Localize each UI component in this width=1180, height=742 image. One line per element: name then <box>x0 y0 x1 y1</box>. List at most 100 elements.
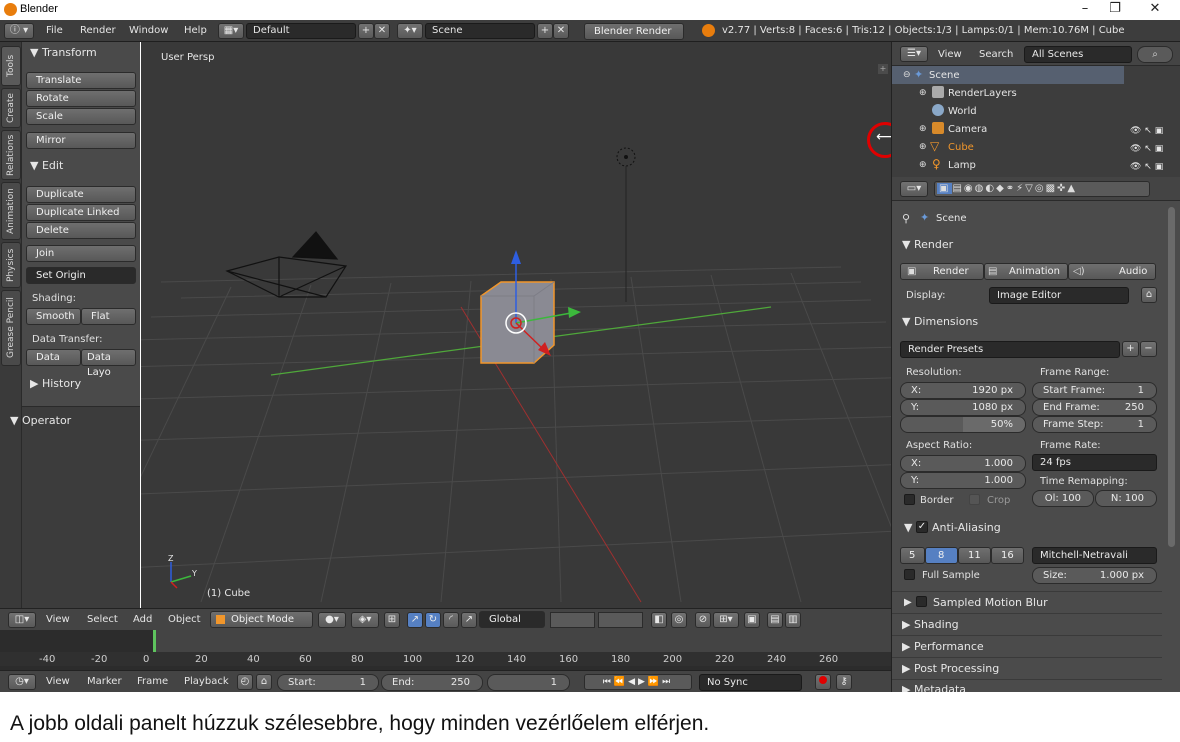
outliner-menu-search[interactable]: Search <box>979 49 1013 60</box>
3d-viewport[interactable]: User Persp Z Y (1) Cube + ⟷ <box>141 42 891 608</box>
scene-field[interactable]: Scene <box>425 23 535 39</box>
end-frame-field[interactable]: End: 250 <box>381 674 483 691</box>
tab-create[interactable]: Create <box>1 88 21 128</box>
aa-filter-select[interactable]: Mitchell-Netravali <box>1032 547 1157 564</box>
motion-blur-panel-header[interactable]: Sampled Motion Blur <box>933 596 1048 609</box>
edit-panel-header[interactable]: ▼ Edit <box>30 159 63 172</box>
rotate-manipulator-icon[interactable]: ↻ <box>425 612 441 628</box>
tab-tools[interactable]: Tools <box>1 46 21 86</box>
motion-blur-toggle-icon[interactable]: ▶ <box>904 597 912 608</box>
start-frame-field[interactable]: Start: 1 <box>277 674 379 691</box>
editor-type-3d-icon[interactable]: ◫▾ <box>8 612 36 628</box>
lamp-object[interactable] <box>616 147 636 302</box>
operator-panel-header[interactable]: ▼ Operator <box>10 414 71 427</box>
tab-relations[interactable]: Relations <box>1 130 21 180</box>
frame-step-prop[interactable]: Frame Step: 1 <box>1032 416 1157 433</box>
outliner-menu-view[interactable]: View <box>938 49 962 60</box>
scale-button[interactable]: Scale <box>26 108 136 125</box>
dimensions-panel-header[interactable]: ▼ Dimensions <box>902 315 978 328</box>
frame-rate-select[interactable]: 24 fps <box>1032 454 1157 471</box>
aa-samples-11[interactable]: 11 <box>958 547 991 564</box>
opengl-render-image-icon[interactable]: ▤ <box>767 612 783 628</box>
add-scene-icon[interactable]: + <box>537 23 553 39</box>
remove-scene-icon[interactable]: ✕ <box>553 23 569 39</box>
mode-select[interactable]: Object Mode <box>210 611 313 628</box>
context-tabs[interactable]: ▣ ▤◉◍◐◆⚭⚡▽◎▩✜▲ <box>934 181 1150 197</box>
tab-grease-pencil[interactable]: Grease Pencil <box>1 290 21 366</box>
render-panel-header[interactable]: ▼ Render <box>902 238 953 251</box>
set-origin-select[interactable]: Set Origin <box>26 267 136 284</box>
manipulator-toggle-icon[interactable]: ⊞ <box>384 612 400 628</box>
rotate-button[interactable]: Rotate <box>26 90 136 107</box>
camera-expand-icon[interactable]: ⊕ <box>919 124 927 134</box>
remove-preset-icon[interactable]: − <box>1140 341 1157 357</box>
add-layout-icon[interactable]: + <box>358 23 374 39</box>
join-button[interactable]: Join <box>26 245 136 262</box>
delete-button[interactable]: Delete <box>26 222 136 239</box>
start-frame-prop[interactable]: Start Frame: 1 <box>1032 382 1157 399</box>
anti-aliasing-checkbox[interactable]: ✓ <box>916 521 928 533</box>
translate-manipulator-icon[interactable]: ↗ <box>407 612 423 628</box>
scale-manipulator-icon[interactable]: ◜ <box>443 612 459 628</box>
outliner-search-icon[interactable]: ⌕ <box>1137 46 1173 63</box>
full-sample-checkbox[interactable] <box>904 569 915 580</box>
restore-button[interactable]: ❐ <box>1100 1 1130 19</box>
minimize-button[interactable]: – <box>1070 1 1100 19</box>
scene-expand-icon[interactable]: ⊖ <box>903 70 911 80</box>
editor-type-timeline-icon[interactable]: ◷▾ <box>8 674 36 690</box>
render-presets-select[interactable]: Render Presets <box>900 341 1120 358</box>
aa-samples-5[interactable]: 5 <box>900 547 925 564</box>
performance-panel-header[interactable]: ▶ Performance <box>902 640 984 653</box>
translate-button[interactable]: Translate <box>26 72 136 89</box>
editor-type-info-icon[interactable]: ⓘ ▾ <box>4 23 34 39</box>
remove-layout-icon[interactable]: ✕ <box>374 23 390 39</box>
menu-render[interactable]: Render <box>80 25 116 36</box>
mirror-button[interactable]: Mirror <box>26 132 136 149</box>
history-panel-header[interactable]: ▶ History <box>30 377 81 390</box>
tab-animation[interactable]: Animation <box>1 182 21 240</box>
menu-window[interactable]: Window <box>129 25 168 36</box>
outliner-scene[interactable]: Scene <box>929 70 960 81</box>
resolution-y-field[interactable]: Y: 1080 px <box>900 399 1026 416</box>
snap-element-icon[interactable]: ⊞▾ <box>713 612 739 628</box>
timeline-menu-view[interactable]: View <box>46 676 70 687</box>
expand-properties-icon[interactable]: + <box>878 64 888 74</box>
flat-button[interactable]: Flat <box>81 308 136 325</box>
record-icon[interactable] <box>815 674 831 690</box>
shading-panel-header[interactable]: ▶ Shading <box>902 618 959 631</box>
resolution-percentage-field[interactable]: 50% <box>900 416 1026 433</box>
aa-samples-16[interactable]: 16 <box>991 547 1024 564</box>
aa-samples-8[interactable]: 8 <box>925 547 958 564</box>
opengl-render-anim-icon[interactable]: ▥ <box>785 612 801 628</box>
layout-icon[interactable]: ▦▾ <box>218 23 244 39</box>
preview-range-icon[interactable]: ◴ <box>237 674 253 690</box>
opengl-render-icon[interactable]: ▣ <box>744 612 760 628</box>
anti-aliasing-panel-header[interactable]: Anti-Aliasing <box>932 521 1001 534</box>
timeline-menu-playback[interactable]: Playback <box>184 676 229 687</box>
visibility-toggles[interactable]: 👁 ↖ ▣ 👁 ↖ ▣ 👁 ↖ ▣ <box>1130 122 1163 176</box>
motion-blur-checkbox[interactable] <box>916 596 927 607</box>
keying-set-icon[interactable]: ⚷ <box>836 674 852 690</box>
renderlayers-expand-icon[interactable]: ⊕ <box>919 88 927 98</box>
outliner-filter-select[interactable]: All Scenes <box>1024 46 1132 63</box>
time-remap-new-field[interactable]: N: 100 <box>1095 490 1157 507</box>
camera-object[interactable] <box>225 231 348 298</box>
proportional-edit-icon[interactable]: ◎ <box>671 612 687 628</box>
data-button[interactable]: Data <box>26 349 81 366</box>
timeline-area[interactable]: -40 -20 0 20 40 60 80 100 120 140 160 180 200 220 240 2… <box>0 630 891 670</box>
current-frame-field[interactable]: 1 <box>487 674 570 691</box>
end-frame-prop[interactable]: End Frame: 250 <box>1032 399 1157 416</box>
aspect-x-field[interactable]: X: 1.000 <box>900 455 1026 472</box>
viewport-shading-icon[interactable]: ●▾ <box>318 612 346 628</box>
post-processing-panel-header[interactable]: ▶ Post Processing <box>902 662 999 675</box>
properties-scrollbar[interactable] <box>1168 207 1175 547</box>
border-checkbox[interactable] <box>904 494 915 505</box>
pose-manipulator-icon[interactable]: ↗ <box>461 612 477 628</box>
viewport-menu-view[interactable]: View <box>46 614 70 625</box>
resize-cursor-icon[interactable]: ⟷ <box>876 129 891 145</box>
smooth-button[interactable]: Smooth <box>26 308 81 325</box>
display-select[interactable]: Image Editor <box>989 287 1129 304</box>
close-button[interactable]: ✕ <box>1140 1 1170 19</box>
metadata-panel-header[interactable]: ▶ Metadata <box>902 683 966 692</box>
editor-type-properties-icon[interactable]: ▭▾ <box>900 181 928 197</box>
